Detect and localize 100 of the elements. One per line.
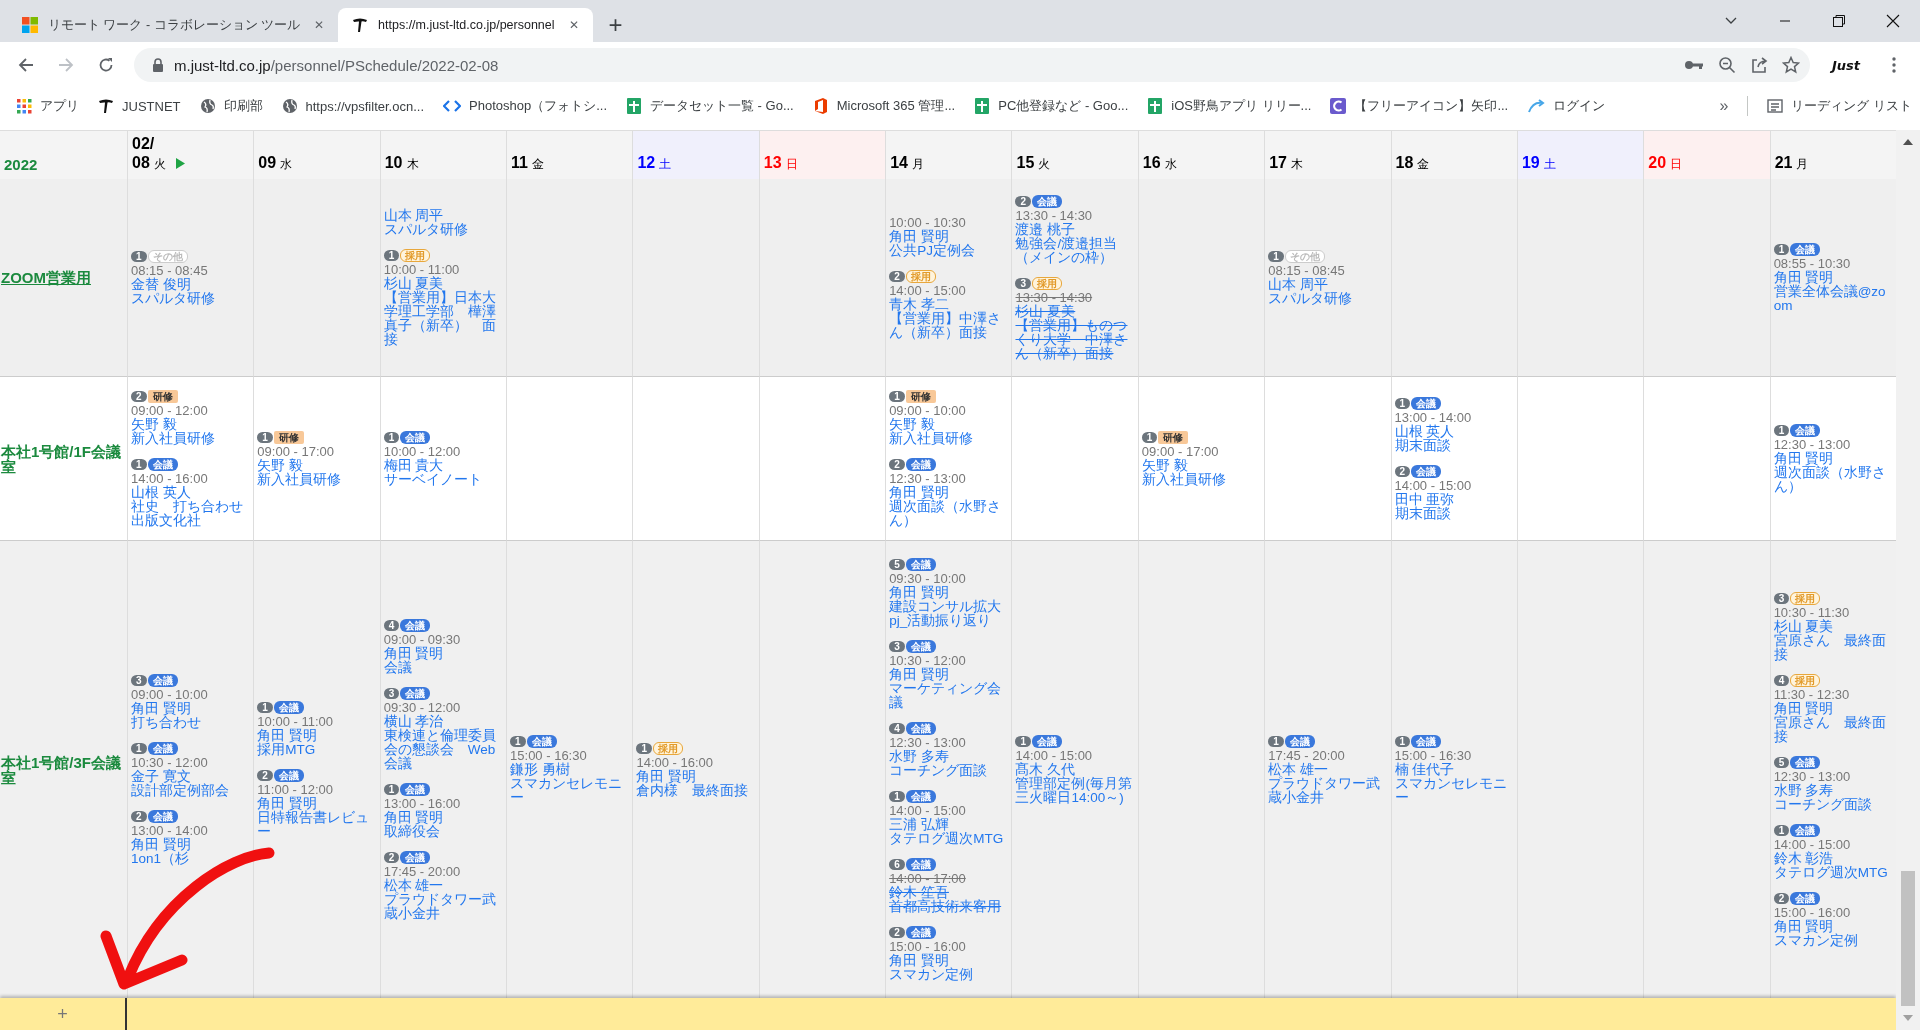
event-title[interactable]: スマカン定例 — [889, 967, 1009, 982]
event-title[interactable]: 東検連と倫理委員会の懇談会 Web会議 — [383, 728, 504, 771]
bookmark-item[interactable]: Photoshop（フォトシ... — [443, 97, 607, 115]
event-person[interactable]: 角田 賢明 — [889, 585, 1009, 600]
event-title[interactable]: 建設コンサル拡大pj_活動振り返り — [889, 599, 1009, 628]
star-icon[interactable] — [1781, 56, 1800, 74]
event-person[interactable]: 角田 賢明 — [889, 229, 1009, 244]
event-person[interactable]: 水野 多寿 — [889, 749, 1009, 764]
close-icon[interactable] — [1886, 14, 1900, 28]
event-title[interactable]: 首都高技術来客用 — [889, 899, 1009, 914]
event-person[interactable]: 山根 英人 — [1394, 424, 1514, 439]
event-title[interactable]: 倉内様 最終面接 — [636, 783, 756, 798]
event-person[interactable]: 松本 雄一 — [1268, 762, 1388, 777]
event-person[interactable]: 角田 賢明 — [383, 810, 504, 825]
event-title[interactable]: 週次面談（水野さん） — [1773, 465, 1893, 494]
restore-icon[interactable] — [1832, 14, 1846, 28]
event-title[interactable]: スパルタ研修 — [1268, 291, 1388, 306]
browser-tab[interactable]: https://m.just-ltd.co.jp/personnel ✕ — [338, 8, 593, 42]
scroll-up-icon[interactable] — [1903, 138, 1913, 146]
event-title[interactable]: スマカン定例 — [1773, 933, 1893, 948]
more-menu-icon[interactable] — [1892, 57, 1896, 73]
event-person[interactable]: 角田 賢明 — [889, 667, 1009, 682]
bookmark-item[interactable]: JUSTNET — [98, 98, 181, 114]
event-title[interactable]: 打ち合わせ — [131, 715, 251, 730]
event-person[interactable]: 角田 賢明 — [1773, 270, 1893, 285]
event-title[interactable]: 社史 打ち合わせ出版文化社 — [131, 499, 251, 528]
new-tab-button[interactable]: + — [600, 12, 631, 38]
event-title[interactable]: スパルタ研修 — [383, 222, 504, 237]
bookmark-item[interactable]: ログイン — [1527, 97, 1606, 115]
event-title[interactable]: スパルタ研修 — [131, 291, 251, 306]
event-person[interactable]: 角田 賢明 — [636, 769, 756, 784]
event-person[interactable]: 角田 賢明 — [1773, 451, 1893, 466]
event-title[interactable]: 期末面談 — [1394, 438, 1514, 453]
reload-icon[interactable] — [98, 57, 114, 73]
event-title[interactable]: 宮原さん 最終面接 — [1773, 715, 1893, 744]
event-title[interactable]: 【営業用】中澤さん（新卒）面接 — [889, 311, 1009, 340]
event-title[interactable]: 管理部定例(毎月第三火曜日14:00～) — [1015, 776, 1135, 805]
scrollbar-thumb[interactable] — [1901, 871, 1915, 1006]
event-person[interactable]: 矢野 毅 — [1141, 458, 1262, 473]
event-person[interactable]: 梅田 貴大 — [383, 458, 504, 473]
room-link[interactable]: ZOOM営業用 — [0, 270, 91, 285]
event-title[interactable]: コーチング面談 — [1773, 797, 1893, 812]
zoom-out-icon[interactable] — [1717, 56, 1736, 74]
bookmark-item[interactable]: PC他登録など - Goo... — [974, 97, 1129, 115]
reading-list-item[interactable]: リーディング リスト — [1767, 97, 1912, 115]
bookmark-item[interactable]: Microsoft 365 管理... — [812, 97, 956, 115]
event-title[interactable]: 新入社員研修 — [889, 431, 1009, 446]
event-person[interactable]: 山本 周平 — [383, 208, 504, 223]
event-person[interactable]: 杉山 夏美 — [1773, 619, 1893, 634]
event-person[interactable]: 矢野 毅 — [257, 458, 377, 473]
event-person[interactable]: 山根 英人 — [131, 485, 251, 500]
event-person[interactable]: 山本 周平 — [1268, 277, 1388, 292]
event-title[interactable]: 公共PJ定例会 — [889, 243, 1009, 258]
share-icon[interactable] — [1749, 56, 1768, 74]
back-arrow-icon[interactable] — [18, 57, 34, 73]
event-title[interactable]: マーケティング会議 — [889, 681, 1009, 710]
event-title[interactable]: プラウドタワー武蔵小金井 — [1268, 776, 1388, 805]
event-title[interactable]: 日特報告書レビュー — [257, 810, 377, 839]
event-person[interactable]: 角田 賢明 — [1773, 919, 1893, 934]
event-person[interactable]: 角田 賢明 — [131, 701, 251, 716]
event-title[interactable]: 新入社員研修 — [1141, 472, 1262, 487]
event-person[interactable]: 矢野 毅 — [889, 417, 1009, 432]
event-title[interactable]: 会議 — [383, 660, 504, 675]
event-person[interactable]: 金子 寛文 — [131, 769, 251, 784]
event-person[interactable]: 髙木 久代 — [1015, 762, 1135, 777]
address-bar[interactable]: m.just-ltd.co.jp/personnel/PSchedule/2022-02-08 — [134, 48, 1810, 82]
event-title[interactable]: 採用MTG — [257, 742, 377, 757]
browser-tab[interactable]: リモート ワーク - コラボレーション ツール ✕ — [8, 8, 339, 42]
add-button[interactable]: + — [0, 998, 127, 1030]
close-tab-button[interactable]: ✕ — [310, 16, 329, 34]
bookmark-item[interactable]: https://vpsfilter.ocn... — [281, 98, 424, 114]
event-title[interactable]: スマカンセレモニー — [1394, 776, 1514, 805]
event-person[interactable]: 矢野 毅 — [131, 417, 251, 432]
event-title[interactable]: コーチング面談 — [889, 763, 1009, 778]
event-person[interactable]: 楠 佳代子 — [1394, 762, 1514, 777]
event-person[interactable]: 角田 賢明 — [257, 796, 377, 811]
bookmark-item[interactable]: 印刷部 — [199, 97, 263, 115]
event-person[interactable]: 青木 孝二 — [889, 297, 1009, 312]
event-title[interactable]: プラウドタワー武蔵小金井 — [383, 892, 504, 921]
event-title[interactable]: 週次面談（水野さん） — [889, 499, 1009, 528]
event-person[interactable]: 鈴木 彰浩 — [1773, 851, 1893, 866]
event-title[interactable]: 取締役会 — [383, 824, 504, 839]
event-person[interactable]: 角田 賢明 — [383, 646, 504, 661]
event-person[interactable]: 角田 賢明 — [889, 485, 1009, 500]
event-title[interactable]: 【営業用】ものつくり大学 中澤さん（新卒）面接 — [1015, 318, 1135, 361]
event-person[interactable]: 鈴木 笙吾 — [889, 885, 1009, 900]
event-title[interactable]: 勉強会/渡邉担当（メインの枠） — [1015, 236, 1135, 265]
event-person[interactable]: 横山 孝治 — [383, 714, 504, 729]
event-title[interactable]: 設計部定例部会 — [131, 783, 251, 798]
event-title[interactable]: 営業全体会議@zoom — [1773, 284, 1893, 313]
event-person[interactable]: 鎌形 勇樹 — [510, 762, 630, 777]
event-title[interactable]: 新入社員研修 — [257, 472, 377, 487]
more-bookmarks-button[interactable]: » — [1719, 97, 1729, 115]
event-person[interactable]: 角田 賢明 — [889, 953, 1009, 968]
event-person[interactable]: 松本 雄一 — [383, 878, 504, 893]
event-person[interactable]: 金替 俊明 — [131, 277, 251, 292]
event-person[interactable]: 杉山 夏美 — [1015, 304, 1135, 319]
event-person[interactable]: 水野 多寿 — [1773, 783, 1893, 798]
event-person[interactable]: 三浦 弘輝 — [889, 817, 1009, 832]
event-title[interactable]: サーベイノート — [383, 472, 504, 487]
